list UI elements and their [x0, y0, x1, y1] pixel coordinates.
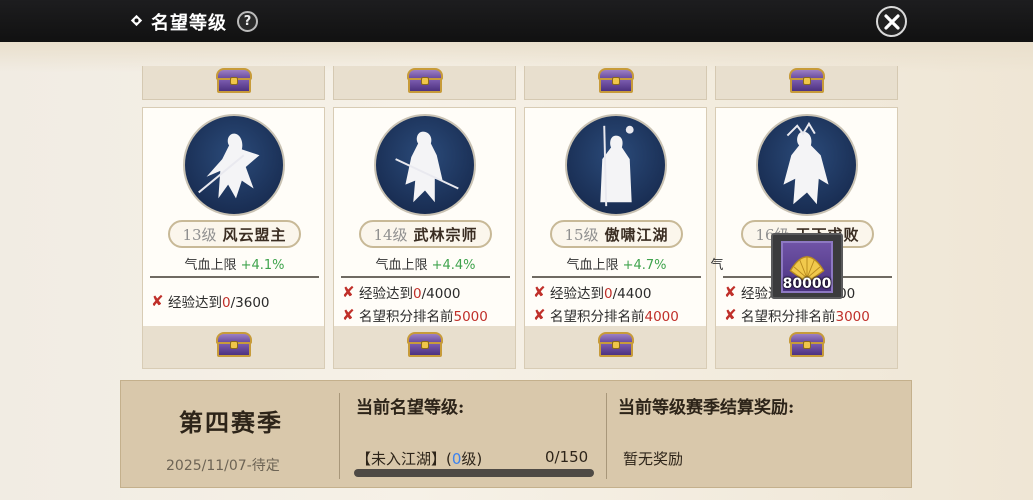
current-rank: 【未入江湖】(0级) — [356, 450, 483, 468]
reward-chest-icon[interactable] — [598, 332, 634, 358]
bonus-value: +4.7% — [622, 258, 667, 273]
requirement-row: ✘ 经验达到0/4000 — [342, 283, 461, 302]
level-label: 15级 — [564, 225, 599, 244]
level-label: 13级 — [182, 225, 217, 244]
reward-chest-icon[interactable] — [216, 68, 252, 94]
season-info-panel: 第四赛季 2025/11/07-待定 当前名望等级: 【未入江湖】(0级) 0/… — [120, 380, 912, 488]
hero-portrait-icon — [565, 114, 667, 216]
reward-heading: 当前等级赛季结算奖励: — [618, 398, 795, 418]
requirement-row: ✘ 经验达到0/3600 — [151, 292, 270, 311]
unmet-cross-icon: ✘ — [342, 283, 355, 301]
top-bar: 名望等级 ? — [0, 0, 1033, 42]
close-button[interactable] — [876, 6, 907, 37]
level-card-14[interactable]: 14级 武林宗师 气血上限 +4.4% ✘ 经验达到0/4000 ✘ 名望积分排… — [333, 107, 516, 369]
requirement-row: ✘ 名望积分排名前4000 — [533, 306, 679, 325]
rank-plaque: 15级 傲啸江湖 — [550, 220, 683, 248]
unmet-cross-icon: ✘ — [724, 283, 737, 301]
reward-chest-icon[interactable] — [598, 68, 634, 94]
level-card-15[interactable]: 15级 傲啸江湖 气血上限 +4.7% ✘ 经验达到0/4400 ✘ 名望积分排… — [524, 107, 707, 369]
requirement-row: ✘ 经验达到0/4400 — [533, 283, 652, 302]
season-date: 2025/11/07-待定 — [166, 458, 280, 474]
divider — [341, 276, 510, 278]
previous-card-footer — [524, 66, 707, 100]
hero-portrait-icon — [374, 114, 476, 216]
card-footer — [525, 326, 706, 368]
divider — [150, 276, 319, 278]
bonus-label: 气血上限 — [375, 258, 428, 273]
item-amount: 80000 — [782, 276, 832, 292]
bonus-label: 气血上限 — [184, 258, 237, 273]
previous-card-footer — [142, 66, 325, 100]
bonus-label: 气血上限 — [566, 258, 619, 273]
current-level-heading: 当前名望等级: — [356, 398, 465, 418]
rank-name: 风云盟主 — [222, 225, 287, 244]
page-title: 名望等级 — [151, 13, 227, 34]
hero-portrait-icon — [183, 114, 285, 216]
requirement-row: ✘ 名望积分排名前3000 — [724, 306, 870, 325]
previous-card-footer — [333, 66, 516, 100]
exp-progress-bar — [354, 469, 594, 477]
level-card-13[interactable]: 13级 风云盟主 气血上限 +4.1% ✘ 经验达到0/3600 — [142, 107, 325, 369]
reward-value: 暂无奖励 — [623, 450, 684, 468]
reward-chest-icon[interactable] — [216, 332, 252, 358]
unmet-cross-icon: ✘ — [533, 283, 546, 301]
bonus-line: 气血上限 +4.1% — [143, 254, 326, 273]
exp-progress-text: 0/150 — [545, 448, 589, 466]
close-icon — [883, 13, 900, 30]
bonus-label: 气 — [710, 258, 724, 273]
bonus-value: +4.1% — [240, 258, 285, 273]
diamond-bullet-icon — [130, 14, 143, 27]
unmet-cross-icon: ✘ — [342, 306, 355, 324]
unmet-cross-icon: ✘ — [533, 306, 546, 324]
rank-name: 武林宗师 — [413, 225, 478, 244]
unmet-cross-icon: ✘ — [151, 292, 164, 310]
requirement-row: ✘ 名望积分排名前5000 — [342, 306, 488, 325]
hero-portrait-icon — [756, 114, 858, 216]
rank-plaque: 13级 风云盟主 — [168, 220, 301, 248]
rank-plaque: 14级 武林宗师 — [359, 220, 492, 248]
unmet-cross-icon: ✘ — [724, 306, 737, 324]
reward-chest-icon[interactable] — [407, 68, 443, 94]
previous-card-footer — [715, 66, 898, 100]
divider — [532, 276, 701, 278]
bonus-line: 气血上限 +4.4% — [334, 254, 517, 273]
card-footer — [143, 326, 324, 368]
rank-name: 傲啸江湖 — [604, 225, 669, 244]
level-label: 14级 — [373, 225, 408, 244]
help-button[interactable]: ? — [237, 11, 258, 32]
card-footer — [716, 326, 897, 368]
reward-chest-icon[interactable] — [789, 332, 825, 358]
reward-chest-icon[interactable] — [789, 68, 825, 94]
reward-tooltip: 80000 — [771, 233, 843, 299]
card-footer — [334, 326, 515, 368]
season-name: 第四赛季 — [179, 408, 283, 437]
divider — [606, 393, 607, 479]
divider — [339, 393, 340, 479]
reward-chest-icon[interactable] — [407, 332, 443, 358]
bonus-value: +4.4% — [431, 258, 476, 273]
